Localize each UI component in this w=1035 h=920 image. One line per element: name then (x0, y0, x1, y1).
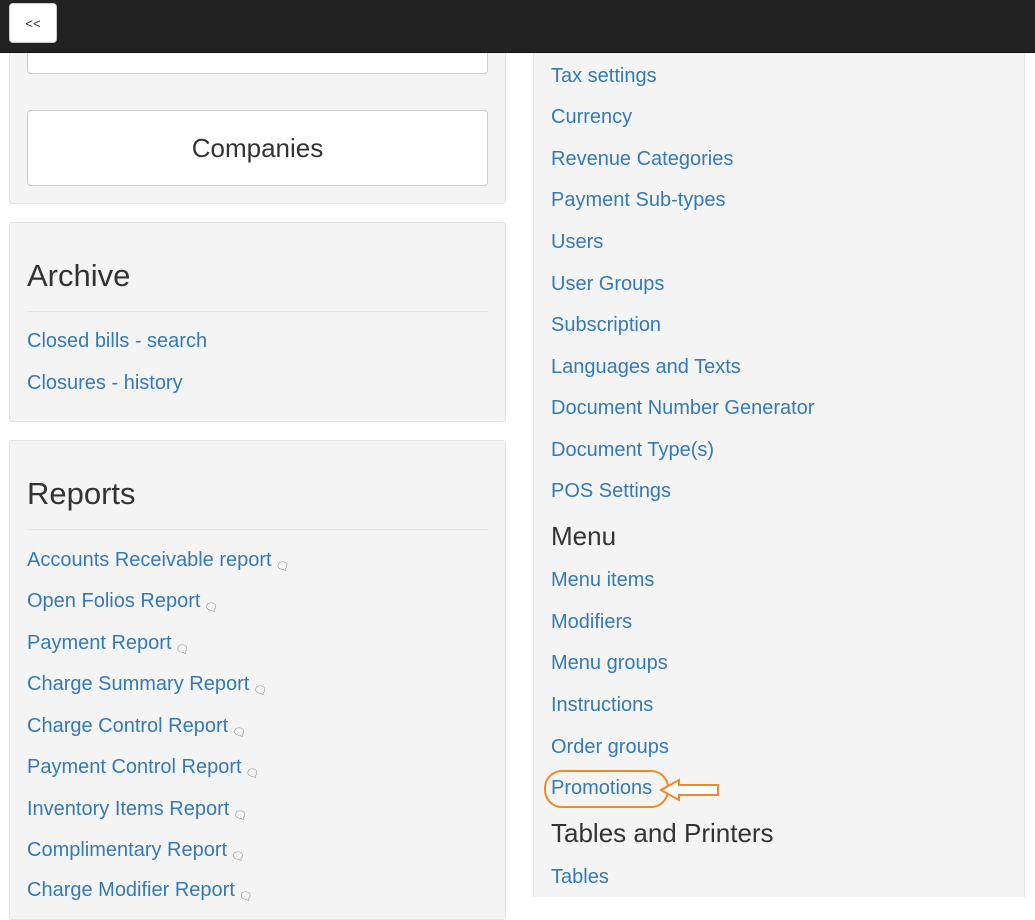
report-link-payment-control[interactable]: Payment Control Report (27, 756, 242, 778)
speech-bubble-icon[interactable]: 🗨︎ (276, 560, 290, 573)
link-document-types[interactable]: Document Type(s) (551, 439, 714, 462)
archive-panel: Archive Closed bills - search Closures -… (9, 222, 506, 422)
archive-link-closures-history[interactable]: Closures - history (27, 372, 183, 395)
link-user-groups[interactable]: User Groups (551, 273, 664, 296)
archive-divider (27, 311, 488, 312)
report-link-inventory-items[interactable]: Inventory Items Report (27, 798, 229, 820)
speech-bubble-icon[interactable]: 🗨︎ (232, 726, 246, 739)
report-link-charge-summary[interactable]: Charge Summary Report (27, 673, 249, 695)
top-navbar: << (0, 0, 1035, 53)
report-item: Open Folios Report 🗨︎ (27, 590, 218, 614)
report-link-charge-modifier[interactable]: Charge Modifier Report (27, 879, 235, 901)
reports-panel: Reports Accounts Receivable report 🗨︎ Ope… (9, 440, 506, 920)
report-item: Charge Modifier Report 🗨︎ (27, 879, 253, 903)
link-promotions[interactable]: Promotions (551, 777, 652, 800)
speech-bubble-icon[interactable]: 🗨︎ (233, 809, 247, 822)
speech-bubble-icon[interactable]: 🗨︎ (176, 643, 190, 656)
link-instructions[interactable]: Instructions (551, 694, 653, 717)
report-item: Charge Summary Report 🗨︎ (27, 673, 267, 697)
tables-printers-heading: Tables and Printers (551, 818, 774, 848)
link-revenue-categories[interactable]: Revenue Categories (551, 148, 733, 171)
report-link-open-folios[interactable]: Open Folios Report (27, 590, 200, 612)
link-modifiers[interactable]: Modifiers (551, 611, 632, 634)
report-item: Inventory Items Report 🗨︎ (27, 798, 247, 822)
archive-heading: Archive (27, 258, 131, 293)
menu-heading: Menu (551, 521, 617, 551)
speech-bubble-icon[interactable]: 🗨︎ (231, 850, 245, 863)
left-arrow-icon (659, 778, 719, 802)
setup-panel: Companies (9, 11, 506, 204)
link-tables[interactable]: Tables (551, 866, 609, 889)
link-payment-subtypes[interactable]: Payment Sub-types (551, 189, 726, 212)
link-pos-settings[interactable]: POS Settings (551, 480, 671, 503)
link-document-number-generator[interactable]: Document Number Generator (551, 397, 814, 420)
companies-button[interactable]: Companies (27, 110, 488, 186)
speech-bubble-icon[interactable]: 🗨︎ (204, 601, 218, 614)
archive-link-closed-bills[interactable]: Closed bills - search (27, 330, 207, 353)
link-tax-settings[interactable]: Tax settings (551, 65, 657, 88)
link-menu-items[interactable]: Menu items (551, 569, 654, 592)
link-menu-groups[interactable]: Menu groups (551, 652, 668, 675)
report-item: Accounts Receivable report 🗨︎ (27, 549, 290, 573)
reports-heading: Reports (27, 476, 136, 511)
report-item: Payment Report 🗨︎ (27, 632, 189, 656)
report-item: Payment Control Report 🗨︎ (27, 756, 260, 780)
link-languages-texts[interactable]: Languages and Texts (551, 356, 741, 379)
link-currency[interactable]: Currency (551, 106, 632, 129)
link-users[interactable]: Users (551, 231, 603, 254)
report-item: Complimentary Report 🗨︎ (27, 839, 245, 863)
link-subscription[interactable]: Subscription (551, 314, 661, 337)
report-link-accounts-receivable[interactable]: Accounts Receivable report (27, 549, 272, 571)
speech-bubble-icon[interactable]: 🗨︎ (246, 767, 260, 780)
reports-divider (27, 529, 488, 530)
link-order-groups[interactable]: Order groups (551, 736, 669, 759)
report-link-charge-control[interactable]: Charge Control Report (27, 715, 228, 737)
report-item: Charge Control Report 🗨︎ (27, 715, 246, 739)
report-link-payment[interactable]: Payment Report (27, 632, 172, 654)
report-link-complimentary[interactable]: Complimentary Report (27, 839, 227, 861)
collapse-back-button[interactable]: << (9, 3, 57, 43)
speech-bubble-icon[interactable]: 🗨︎ (253, 684, 267, 697)
